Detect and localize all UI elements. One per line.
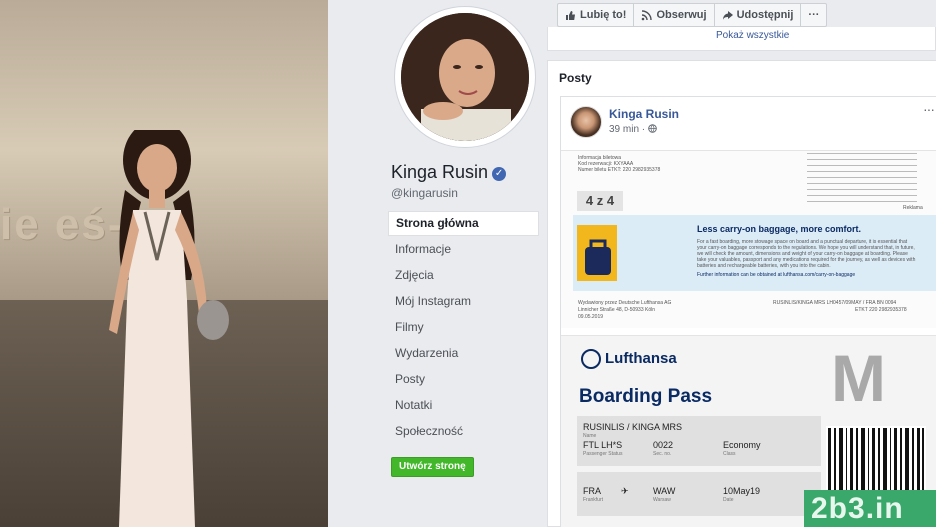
route-field-box: [577, 472, 821, 516]
carry-on-bag-illustration: [577, 225, 617, 281]
like-page-button[interactable]: Lubię to!: [557, 3, 634, 27]
fine-print-block: [807, 153, 917, 205]
nav-item-videos[interactable]: Filmy: [388, 314, 539, 340]
nav-item-notes[interactable]: Notatki: [388, 392, 539, 418]
follow-label: Obserwuj: [656, 9, 707, 21]
profile-face-image: [401, 13, 529, 141]
ad-label: Reklama: [903, 205, 923, 211]
flight-date: 10May19: [723, 486, 761, 496]
airline-name: Lufthansa: [605, 350, 677, 367]
passenger-status-label: Passenger Status: [583, 451, 623, 457]
post-card: Kinga Rusin 39 min · ··· Informacja bile…: [560, 96, 936, 527]
travel-class: Economy: [723, 440, 761, 450]
woman-figure-image: [109, 130, 229, 527]
origin-code: FRA: [583, 486, 601, 496]
etkt-line: ETKT 220 2982935378: [855, 307, 907, 313]
nav-item-home[interactable]: Strona główna: [388, 211, 539, 236]
verified-badge-icon: ✓: [492, 167, 507, 181]
page-name: Kinga Rusin ✓: [391, 162, 507, 183]
travel-class-label: Class: [723, 451, 736, 457]
show-all-link[interactable]: Pokaż wszystkie: [716, 30, 789, 41]
profile-picture-frame[interactable]: [394, 6, 536, 148]
posts-section: Posty Kinga Rusin 39 min · ··· Informacj…: [547, 60, 936, 527]
passenger-status: FTL LH*S: [583, 440, 623, 450]
carry-on-body: For a fast boarding, more stowage space …: [697, 239, 916, 269]
sequence-number: 0022: [653, 440, 674, 450]
post-time-text: 39 min: [609, 124, 640, 135]
globe-icon: [648, 124, 657, 133]
rss-follow-icon: [642, 9, 653, 20]
thumbs-up-icon: [566, 10, 575, 20]
issuer-line: Wydawiony przez Deutsche Lufthansa AG: [578, 300, 672, 306]
destination-city: Warsaw: [653, 497, 671, 503]
share-label: Udostępnij: [736, 9, 794, 21]
page-counter: 4 z 4: [577, 191, 623, 211]
issue-date: 09.05.2019: [578, 314, 604, 320]
share-button[interactable]: Udostępnij: [713, 3, 801, 27]
watermark-text: 2b3.in: [811, 492, 904, 525]
like-label: Lubię to!: [580, 9, 627, 21]
carry-on-link: Further information can be obtained at l…: [697, 272, 856, 278]
flight-date-label: Date: [723, 497, 734, 503]
boarding-pass-title: Boarding Pass: [579, 386, 713, 407]
create-page-button[interactable]: Utwórz stronę: [391, 457, 474, 477]
nav-item-about[interactable]: Informacje: [388, 236, 539, 262]
nav-item-posts[interactable]: Posty: [388, 366, 539, 392]
passenger-name: RUSINLIS / KINGA MRS: [583, 422, 683, 432]
nav-item-photos[interactable]: Zdjęcia: [388, 262, 539, 288]
nav-item-events[interactable]: Wydarzenia: [388, 340, 539, 366]
sequence-label: Sec. no.: [653, 451, 672, 457]
destination-code: WAW: [653, 486, 676, 496]
plane-icon: ✈: [621, 486, 629, 496]
page-action-bar: Lubię to! Obserwuj Udostępnij ···: [557, 3, 828, 27]
ticket-info-line: Numer biletu ETKT: 220 2982935378: [578, 167, 661, 173]
post-author-name[interactable]: Kinga Rusin: [609, 107, 679, 121]
origin-city: Frankfurt: [583, 497, 604, 503]
booking-ref-line: RUSINLIS/KINGA MRS LH0457/09MAY / FRA BN…: [773, 300, 897, 306]
previous-section-card: Pokaż wszystkie: [547, 27, 936, 51]
cover-photo: ie eś-s: [0, 0, 328, 527]
issuer-address: Linnicher Straße 48, D-50933 Köln: [578, 307, 655, 313]
post-image-carry-on-notice[interactable]: Informacja biletowa Kod rezerwacji: KXYA…: [561, 150, 936, 328]
posts-heading: Posty: [559, 71, 592, 85]
page-nav: Strona główna Informacje Zdjęcia Mój Ins…: [388, 211, 539, 444]
page-root: ie eś-s Kinga Rusin ✓ @kingarusin Strona…: [0, 0, 936, 527]
boarding-zone-letter: M: [831, 341, 886, 415]
page-username[interactable]: @kingarusin: [391, 186, 458, 200]
nav-item-community[interactable]: Społeczność: [388, 418, 539, 444]
watermark-logo: 2b3.in: [804, 490, 936, 527]
post-timestamp[interactable]: 39 min ·: [609, 124, 657, 135]
profile-picture[interactable]: [401, 13, 529, 141]
more-options-button[interactable]: ···: [800, 3, 828, 27]
nav-item-instagram[interactable]: Mój Instagram: [388, 288, 539, 314]
lufthansa-crane-icon: [581, 349, 601, 369]
follow-button[interactable]: Obserwuj: [633, 3, 714, 27]
carry-on-heading: Less carry-on baggage, more comfort.: [697, 224, 862, 234]
post-options-button[interactable]: ···: [923, 101, 935, 117]
content-column: Pokaż wszystkie Lubię to! Obserwuj Udost…: [547, 0, 936, 527]
post-author-avatar[interactable]: [570, 106, 602, 138]
profile-column: Kinga Rusin ✓ @kingarusin Strona główna I…: [328, 0, 547, 527]
share-arrow-icon: [722, 10, 733, 20]
page-name-text: Kinga Rusin: [391, 162, 489, 182]
passenger-name-label: Name: [583, 433, 597, 439]
